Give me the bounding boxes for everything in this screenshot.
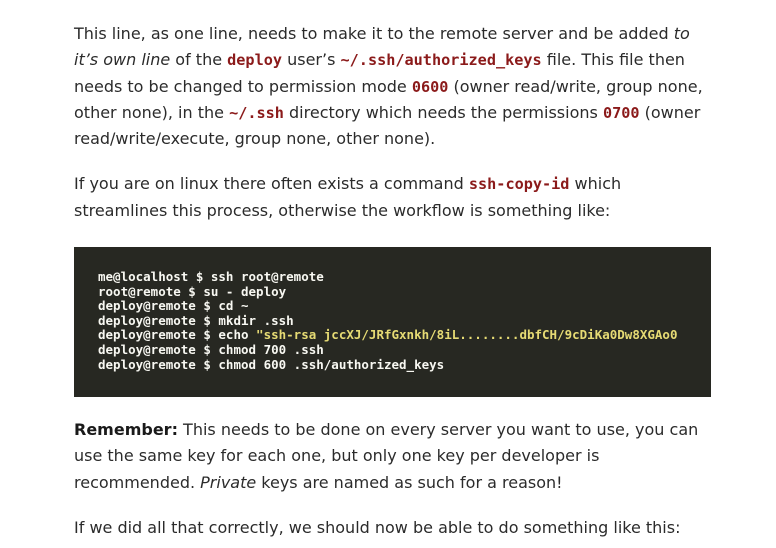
text: This line, as one line, needs to make it… [74,24,674,43]
text: of the [170,50,228,70]
strong-remember: Remember: [74,420,178,440]
text: directory which needs the permissions [283,102,603,122]
shell-code-block[interactable]: me@localhost $ ssh root@remote root@remot… [74,247,711,398]
inline-code-0700: 0700 [602,103,640,122]
code-line-echo: deploy@remote $ echo "ssh-rsa jccXJ/JRfG… [98,328,711,343]
text: If you are on linux there often exists a… [74,174,469,194]
code-line: root@remote $ su - deploy [98,283,287,299]
text: user’s [282,50,341,70]
code-line: deploy@remote $ mkdir .ssh [98,312,294,328]
code-line: deploy@remote $ chmod 700 .ssh [98,342,324,358]
paragraph-authorized-keys: This line, as one line, needs to make it… [74,0,711,152]
emphasis: Private [200,472,257,492]
paragraph-next-step: If we did all that correctly, we should … [74,515,711,541]
article-content: This line, as one line, needs to make it… [74,0,711,541]
code-text: deploy@remote $ echo [98,327,257,343]
inline-code-ssh-dir: ~/.ssh [229,103,284,122]
code-line: deploy@remote $ cd ~ [98,298,249,314]
text: keys are named as such for a reason! [256,472,563,492]
paragraph-remember: Remember: This needs to be done on every… [74,417,711,496]
inline-code-deploy: deploy [227,51,283,70]
code-line: deploy@remote $ chmod 600 .ssh/authorize… [98,356,445,372]
inline-code-ssh-copy-id: ssh-copy-id [468,175,570,194]
code-string: "ssh-rsa jccXJ/JRfGxnkh/8iL........dbfCH… [256,327,678,343]
paragraph-ssh-copy-id: If you are on linux there often exists a… [74,171,711,224]
inline-code-authorized-keys: ~/.ssh/authorized_keys [340,51,542,70]
inline-code-0600: 0600 [411,77,449,96]
code-line: me@localhost $ ssh root@remote [98,269,324,285]
text: If we did all that correctly, we should … [74,517,681,537]
